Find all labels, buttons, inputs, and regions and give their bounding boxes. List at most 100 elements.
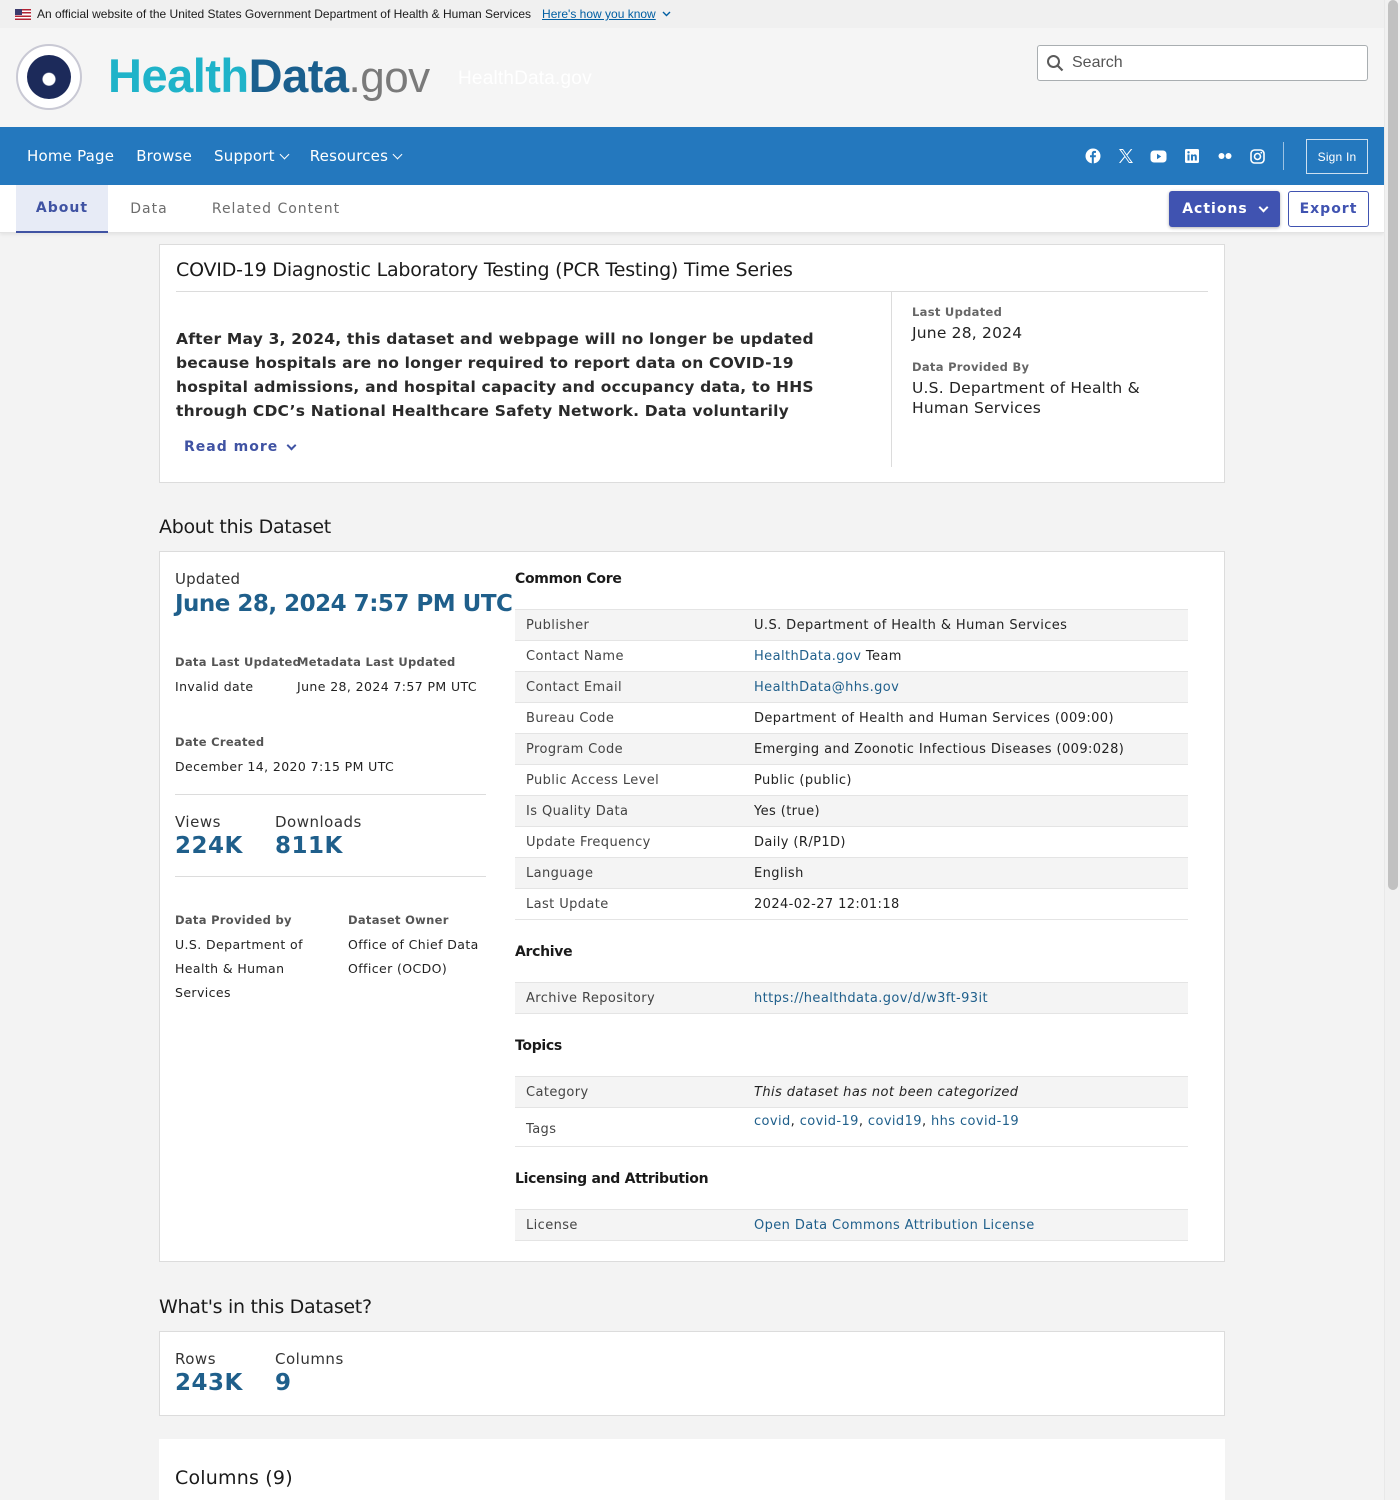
row-value: Open Data Commons Attribution License	[743, 1209, 1188, 1241]
contact-name-link[interactable]: HealthData.gov	[754, 649, 861, 664]
about-section-title: About this Dataset	[159, 516, 331, 538]
archive-section: Archive Archive Repository https://health…	[515, 944, 1188, 1014]
row-key: License	[515, 1209, 743, 1241]
views-value: 224K	[175, 833, 243, 859]
nav-browse[interactable]: Browse	[136, 147, 192, 165]
divider	[176, 291, 1208, 292]
logo-part-health: Health	[108, 49, 249, 102]
rows-label: Rows	[175, 1350, 217, 1368]
tag-link[interactable]: covid19	[868, 1114, 922, 1129]
x-icon[interactable]	[1109, 148, 1142, 164]
scrollbar-thumb[interactable]	[1388, 0, 1398, 890]
table-row: Is Quality Data Yes (true)	[515, 795, 1188, 827]
row-key: Language	[515, 857, 743, 889]
tag-link[interactable]: covid-19	[800, 1114, 859, 1129]
licensing-heading: Licensing and Attribution	[515, 1171, 709, 1187]
data-provided-by-label: Data Provided by	[175, 913, 292, 927]
read-more-button[interactable]: Read more	[184, 439, 297, 455]
row-value: Public (public)	[743, 764, 1188, 796]
row-value: covid, covid-19, covid19, hhs covid-19	[743, 1107, 1188, 1147]
chevron-down-icon[interactable]	[662, 9, 671, 20]
flickr-icon[interactable]	[1208, 152, 1241, 160]
archive-heading: Archive	[515, 944, 573, 960]
dataset-owner-value: Office of Chief Data Officer (OCDO)	[348, 937, 479, 976]
row-key: Tags	[515, 1107, 743, 1147]
license-link[interactable]: Open Data Commons Attribution License	[754, 1218, 1035, 1233]
row-key: Update Frequency	[515, 826, 743, 858]
archive-table: Archive Repository https://healthdata.gov…	[515, 982, 1188, 1014]
nav-label: Resources	[309, 147, 389, 165]
social-links	[1076, 127, 1274, 185]
nav-resources[interactable]: Resources	[309, 147, 403, 165]
provided-by-value: U.S. Department of Health & Human Servic…	[912, 379, 1140, 417]
nav-label: Support	[214, 147, 275, 165]
row-key: Program Code	[515, 733, 743, 765]
row-value: Department of Health and Human Services …	[743, 702, 1188, 734]
row-key: Is Quality Data	[515, 795, 743, 827]
metadata-last-updated-label: Metadata Last Updated	[297, 655, 456, 669]
divider	[175, 876, 486, 877]
actions-button[interactable]: Actions	[1169, 191, 1280, 227]
downloads-value: 811K	[275, 833, 343, 859]
row-key: Public Access Level	[515, 764, 743, 796]
row-value: Yes (true)	[743, 795, 1188, 827]
search-input[interactable]	[1072, 54, 1352, 72]
archive-repository-link[interactable]: https://healthdata.gov/d/w3ft-93it	[754, 991, 988, 1006]
row-value: 2024-02-27 12:01:18	[743, 888, 1188, 920]
contact-email-link[interactable]: HealthData@hhs.gov	[754, 680, 899, 695]
export-button[interactable]: Export	[1288, 191, 1369, 227]
gov-banner: An official website of the United States…	[0, 0, 1384, 28]
provided-by-label: Data Provided By	[912, 360, 1030, 374]
table-row: Public Access Level Public (public)	[515, 764, 1188, 796]
row-key: Bureau Code	[515, 702, 743, 734]
table-row: Tags covid, covid-19, covid19, hhs covid-…	[515, 1107, 1188, 1147]
row-value: Daily (R/P1D)	[743, 826, 1188, 858]
nav-support[interactable]: Support	[214, 147, 290, 165]
row-key: Contact Name	[515, 640, 743, 672]
tab-related-content[interactable]: Related Content	[196, 185, 356, 233]
licensing-section: Licensing and Attribution License Open Da…	[515, 1171, 1188, 1241]
row-key: Archive Repository	[515, 982, 743, 1014]
table-row: Bureau Code Department of Health and Huma…	[515, 702, 1188, 734]
columns-card: Columns (9)	[159, 1439, 1225, 1500]
table-row: Category This dataset has not been catego…	[515, 1076, 1188, 1108]
nav-home-page[interactable]: Home Page	[27, 147, 114, 165]
topics-table: Category This dataset has not been catego…	[515, 1076, 1188, 1147]
sign-in-button[interactable]: Sign In	[1306, 139, 1368, 174]
row-key: Category	[515, 1076, 743, 1108]
logo-part-gov: .gov	[348, 53, 431, 102]
columns-value: 9	[275, 1370, 292, 1396]
row-key: Contact Email	[515, 671, 743, 703]
how-you-know-link[interactable]: Here's how you know	[542, 7, 656, 21]
agency-seal-logo[interactable]	[16, 44, 82, 110]
instagram-icon[interactable]	[1241, 148, 1274, 164]
table-row: Publisher U.S. Department of Health & Hum…	[515, 609, 1188, 641]
youtube-icon[interactable]	[1142, 150, 1175, 163]
logo-part-data: Data	[248, 49, 349, 102]
page-scrollbar[interactable]	[1384, 0, 1400, 1500]
search-icon[interactable]	[1038, 54, 1072, 72]
us-flag-icon	[15, 8, 31, 20]
healthdata-logo[interactable]: Health Data .gov	[108, 48, 430, 108]
nav-divider	[1283, 142, 1284, 170]
dataset-tabs: About Data Related Content Actions Expor…	[0, 185, 1384, 233]
table-row: License Open Data Commons Attribution Lic…	[515, 1209, 1188, 1241]
search-box[interactable]	[1037, 45, 1368, 81]
gov-banner-text: An official website of the United States…	[37, 7, 532, 21]
nav-label: Home Page	[27, 147, 115, 165]
data-provided-by-value: U.S. Department of Health & Human Servic…	[175, 937, 303, 1000]
tab-about[interactable]: About	[16, 185, 108, 233]
linkedin-icon[interactable]	[1175, 149, 1208, 163]
table-row: Language English	[515, 857, 1188, 889]
tag-link[interactable]: hhs covid-19	[931, 1114, 1019, 1129]
tag-link[interactable]: covid	[754, 1114, 791, 1129]
dataset-summary-card: COVID-19 Diagnostic Laboratory Testing (…	[159, 244, 1225, 483]
common-core-heading: Common Core	[515, 571, 622, 587]
updated-value: June 28, 2024 7:57 PM UTC	[175, 591, 513, 617]
read-more-label: Read more	[184, 439, 279, 455]
nav-label: Browse	[136, 147, 193, 165]
row-value: HealthData@hhs.gov	[743, 671, 1188, 703]
facebook-icon[interactable]	[1076, 148, 1109, 164]
tab-data[interactable]: Data	[112, 185, 186, 233]
contact-name-rest: Team	[861, 648, 902, 664]
